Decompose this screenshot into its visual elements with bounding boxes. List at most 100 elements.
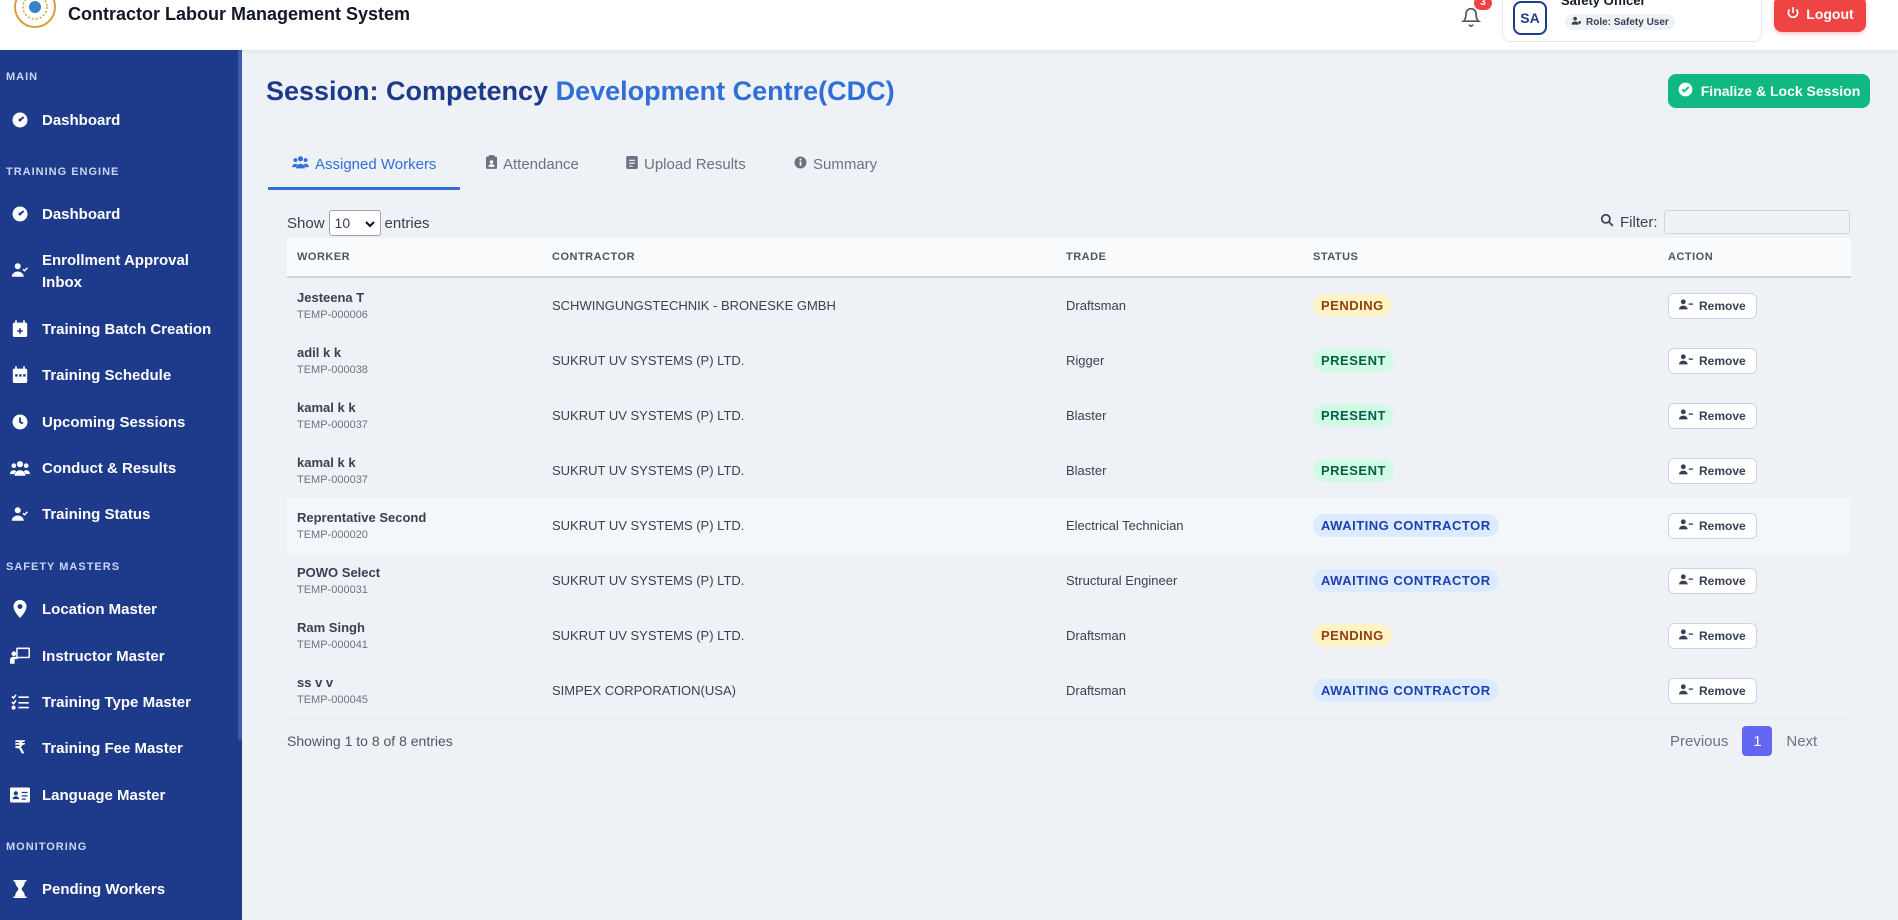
active-tab-indicator (268, 187, 460, 190)
user-profile-card[interactable]: SA Safety Officer Role: Safety User (1502, 0, 1762, 42)
clipboard-user-icon (486, 155, 497, 173)
status-badge: AWAITING CONTRACTOR (1313, 679, 1499, 702)
status-cell: AWAITING CONTRACTOR (1303, 553, 1658, 608)
sidebar-item-training-batch-creation[interactable]: Training Batch Creation (0, 319, 236, 341)
user-minus-icon (1679, 408, 1693, 423)
tab-label: Attendance (503, 155, 579, 173)
action-cell: Remove (1658, 443, 1851, 498)
sidebar-item-label: Training Type Master (42, 694, 191, 711)
list-check-icon (10, 692, 30, 712)
tab-assigned-workers[interactable]: Assigned Workers (292, 140, 436, 188)
filter-input[interactable] (1663, 210, 1850, 234)
column-header-trade[interactable]: TRADE (1056, 238, 1303, 278)
worker-name: adil k k (297, 345, 342, 360)
worker-cell: Jesteena T TEMP-000006 (287, 277, 542, 333)
table-header-row: WORKER CONTRACTOR TRADE STATUS ACTION (287, 238, 1851, 278)
avatar: SA (1513, 1, 1547, 35)
assigned-workers-table: WORKER CONTRACTOR TRADE STATUS ACTION Je… (287, 238, 1851, 719)
remove-label: Remove (1699, 353, 1746, 368)
user-minus-icon (1679, 518, 1693, 533)
file-upload-icon (626, 155, 638, 173)
sidebar-item-label: Upcoming Sessions (42, 414, 186, 431)
sidebar-item-label: Location Master (42, 601, 158, 618)
sidebar-item-dashboard[interactable]: Dashboard (0, 110, 236, 132)
sidebar-item-training-status[interactable]: Training Status (0, 504, 236, 526)
user-role-text: Role: Safety User (1586, 16, 1669, 28)
tab-upload-results[interactable]: Upload Results (626, 140, 746, 188)
sidebar-item-location-master[interactable]: Location Master (0, 599, 236, 621)
table-info: Showing 1 to 8 of 8 entries (287, 733, 453, 749)
sidebar-item-label: Conduct & Results (42, 460, 177, 477)
top-header: Contractor Labour Management System 3 SA… (0, 0, 1898, 51)
sidebar-item-conduct-results[interactable]: Conduct & Results (0, 458, 236, 480)
remove-button[interactable]: Remove (1668, 677, 1757, 704)
action-cell: Remove (1658, 333, 1851, 388)
user-role-badge: Role: Safety User (1565, 14, 1675, 30)
worker-name: Jesteena T (297, 290, 365, 305)
table-row: Ram Singh TEMP-000041 SUKRUT UV SYSTEMS (… (287, 608, 1851, 663)
worker-id: TEMP-000006 (297, 309, 368, 321)
remove-button[interactable]: Remove (1668, 457, 1757, 484)
id-card-icon (10, 785, 30, 805)
sidebar: MAIN Dashboard TRAINING ENGINE Dashboard… (0, 50, 242, 920)
remove-button[interactable]: Remove (1668, 622, 1757, 649)
column-header-status[interactable]: STATUS (1303, 238, 1658, 278)
trade-cell: Rigger (1066, 353, 1105, 368)
table-row: POWO Select TEMP-000031 SUKRUT UV SYSTEMS… (287, 553, 1851, 608)
sidebar-item-label: Instructor Master (42, 648, 165, 665)
info-icon (794, 156, 807, 173)
sidebar-item-enrollment-approval-inbox[interactable]: Enrollment Approval Inbox (0, 250, 236, 294)
sidebar-item-training-dashboard[interactable]: Dashboard (0, 204, 236, 226)
sidebar-item-label: Dashboard (42, 206, 121, 223)
chalkboard-teacher-icon (10, 646, 30, 666)
status-cell: PRESENT (1303, 388, 1658, 443)
column-header-worker[interactable]: WORKER (287, 238, 542, 278)
sidebar-scrollbar[interactable] (238, 50, 242, 740)
worker-cell: Ram Singh TEMP-000041 (287, 608, 542, 663)
pagination-page-current[interactable]: 1 (1742, 726, 1773, 756)
contractor-cell: SIMPEX CORPORATION(USA) (542, 663, 1056, 719)
tab-attendance[interactable]: Attendance (486, 140, 579, 188)
column-header-action[interactable]: ACTION (1658, 238, 1851, 278)
column-header-contractor[interactable]: CONTRACTOR (542, 238, 1056, 278)
user-minus-icon (1679, 298, 1693, 313)
logout-button[interactable]: Logout (1774, 0, 1866, 32)
sidebar-item-training-fee-master[interactable]: ₹ Training Fee Master (0, 738, 236, 760)
sidebar-item-upcoming-sessions[interactable]: Upcoming Sessions (0, 412, 236, 434)
logout-label: Logout (1806, 6, 1854, 22)
worker-id: TEMP-000045 (297, 694, 368, 706)
check-circle-icon (1678, 82, 1693, 100)
user-minus-icon (1679, 463, 1693, 478)
contractor-cell: SUKRUT UV SYSTEMS (P) LTD. (552, 408, 745, 423)
trade-cell: Electrical Technician (1056, 498, 1303, 553)
users-icon (10, 458, 30, 478)
remove-label: Remove (1699, 573, 1746, 588)
remove-button[interactable]: Remove (1668, 512, 1757, 539)
sidebar-section-training-engine: TRAINING ENGINE (6, 166, 120, 178)
trade-cell: Draftsman (1066, 628, 1126, 643)
status-cell: PENDING (1303, 277, 1658, 333)
sidebar-section-monitoring: MONITORING (6, 841, 88, 853)
table-row: Jesteena T TEMP-000006 SCHWINGUNGSTECHNIK… (287, 277, 1851, 333)
status-cell: PENDING (1303, 608, 1658, 663)
sidebar-item-instructor-master[interactable]: Instructor Master (0, 646, 236, 668)
sidebar-item-label: Language Master (42, 787, 166, 804)
sidebar-item-pending-workers[interactable]: Pending Workers (0, 879, 236, 901)
sidebar-item-label: Training Schedule (42, 367, 172, 384)
remove-button[interactable]: Remove (1668, 292, 1757, 319)
tab-summary[interactable]: Summary (794, 140, 877, 188)
sidebar-item-training-schedule[interactable]: Training Schedule (0, 365, 236, 387)
remove-button[interactable]: Remove (1668, 402, 1757, 429)
remove-button[interactable]: Remove (1668, 347, 1757, 374)
entries-select[interactable]: 10 (328, 210, 381, 236)
pagination-next[interactable]: Next (1786, 733, 1817, 750)
sidebar-item-language-master[interactable]: Language Master (0, 785, 236, 807)
page-title-prefix: Session: Competency (266, 76, 549, 106)
pagination-previous[interactable]: Previous (1670, 733, 1728, 750)
gauge-icon (10, 204, 30, 224)
page-title-highlight: Development Centre(CDC) (555, 76, 895, 106)
remove-button[interactable]: Remove (1668, 567, 1757, 594)
finalize-lock-session-button[interactable]: Finalize & Lock Session (1668, 74, 1870, 108)
action-cell: Remove (1658, 388, 1851, 443)
sidebar-item-training-type-master[interactable]: Training Type Master (0, 692, 236, 714)
